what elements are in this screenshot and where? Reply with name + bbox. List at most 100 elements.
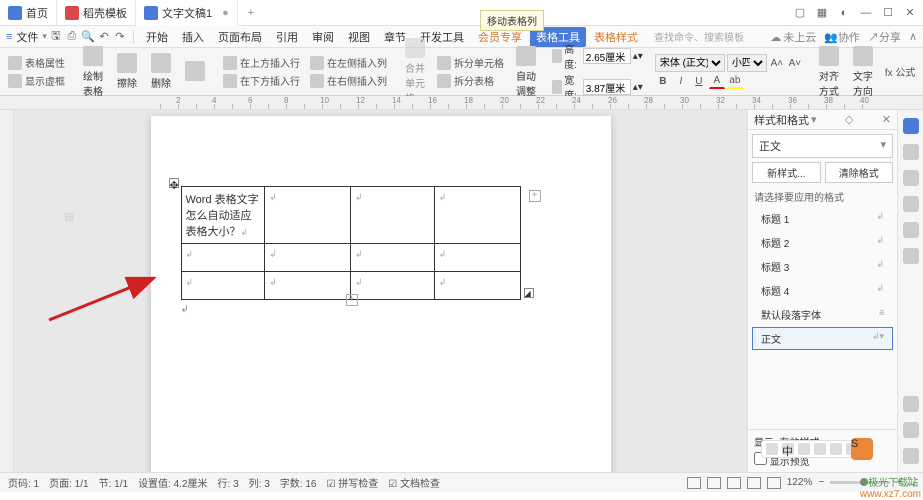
italic-icon[interactable]: I xyxy=(673,73,689,89)
ruler-horizontal[interactable]: 246810121416182022242628303234363840 xyxy=(0,96,923,110)
bold-icon[interactable]: B xyxy=(655,73,671,89)
menu-ref[interactable]: 引用 xyxy=(270,27,304,47)
tb-dir[interactable]: 文字方向 xyxy=(849,44,877,100)
style-item-default-font[interactable]: 默认段落字体a xyxy=(752,303,893,326)
tab-add[interactable]: + xyxy=(238,7,264,19)
tab-document[interactable]: 文字文稿1● xyxy=(136,0,238,26)
tb-draw[interactable]: 绘制表格 xyxy=(79,44,107,100)
height-input[interactable] xyxy=(583,48,631,64)
tb-del[interactable]: 删除 xyxy=(147,51,175,92)
zoom-value[interactable]: 122% xyxy=(787,477,813,488)
table-cell[interactable]: ↲ xyxy=(351,187,435,244)
current-style-select[interactable]: 正文▾ xyxy=(752,134,893,158)
tab-home[interactable]: 首页 xyxy=(0,0,57,26)
rail-tool3-icon[interactable] xyxy=(903,448,919,464)
menu-layout[interactable]: 页面布局 xyxy=(212,27,268,47)
rail-select-icon[interactable] xyxy=(903,144,919,160)
style-item-h3[interactable]: 标题 3↲ xyxy=(752,255,893,278)
menu-collapse-icon[interactable]: ∧ xyxy=(909,30,917,43)
rail-clip-icon[interactable] xyxy=(903,222,919,238)
new-style-button[interactable]: 新样式... xyxy=(752,162,821,183)
clear-format-button[interactable]: 清除格式 xyxy=(825,162,894,183)
tb-auto[interactable]: 自动调整 xyxy=(512,44,540,100)
font-color-icon[interactable]: A xyxy=(709,73,725,89)
menu-review[interactable]: 审阅 xyxy=(306,27,340,47)
close-icon[interactable]: ✕ xyxy=(903,6,917,20)
skin-icon[interactable]: ▢ xyxy=(793,6,807,20)
minimize-icon[interactable]: — xyxy=(859,6,873,20)
width-input[interactable] xyxy=(583,79,631,95)
font-shrink-icon[interactable]: A˅ xyxy=(787,55,803,71)
view-page-icon[interactable] xyxy=(687,477,701,489)
table-cell[interactable]: ↲ xyxy=(351,244,435,272)
maximize-icon[interactable]: ☐ xyxy=(881,6,895,20)
table-cell[interactable]: ↲ xyxy=(265,187,351,244)
table-cell[interactable]: ↲ xyxy=(434,187,520,244)
style-item-h4[interactable]: 标题 4↲ xyxy=(752,279,893,302)
style-item-h1[interactable]: 标题 1↲ xyxy=(752,207,893,230)
rail-tool1-icon[interactable] xyxy=(903,396,919,412)
underline-icon[interactable]: U xyxy=(691,73,707,89)
tb-summary[interactable] xyxy=(181,59,209,85)
tb-split-tbl[interactable]: 拆分表格 xyxy=(435,72,506,89)
undo-icon[interactable]: ↶ xyxy=(97,30,111,44)
status-words[interactable]: 字数: 16 xyxy=(280,475,317,490)
view-read-icon[interactable] xyxy=(747,477,761,489)
tb-erase[interactable]: 擦除 xyxy=(113,51,141,92)
rail-cloud-icon[interactable] xyxy=(903,248,919,264)
table-resize-handle[interactable]: ◢ xyxy=(524,288,534,298)
width-spinner[interactable]: ▴▾ xyxy=(633,82,643,93)
tb-ins-right[interactable]: 在右侧插入列 xyxy=(308,72,389,89)
tb-ins-down[interactable]: 在下方插入行 xyxy=(221,72,302,89)
font-size-select[interactable]: 小四 xyxy=(727,54,767,72)
menu-file[interactable]: ≡文件▾ xyxy=(6,29,47,45)
status-pages[interactable]: 页面: 1/1 xyxy=(49,475,88,490)
ime-strip[interactable]: 中 xyxy=(761,440,863,458)
status-spell[interactable]: ☑ 拼写检查 xyxy=(326,475,378,490)
style-item-body[interactable]: 正文↲▾ xyxy=(752,327,893,350)
rail-shapes-icon[interactable] xyxy=(903,170,919,186)
tb-show-edge[interactable]: 显示虚框 xyxy=(6,72,67,89)
collab-btn[interactable]: 👥协作 xyxy=(824,29,860,45)
style-item-h2[interactable]: 标题 2↲ xyxy=(752,231,893,254)
font-grow-icon[interactable]: A˄ xyxy=(769,55,785,71)
font-name-select[interactable]: 宋体 (正文) xyxy=(655,54,725,72)
share-btn[interactable]: ↗分享 xyxy=(868,29,901,45)
view-focus-icon[interactable] xyxy=(767,477,781,489)
tb-align[interactable]: 对齐方式 xyxy=(815,44,843,100)
highlight-icon[interactable]: ab xyxy=(727,73,743,89)
tb-ins-up[interactable]: 在上方插入行 xyxy=(221,54,302,71)
view-outline-icon[interactable] xyxy=(707,477,721,489)
table-add-row-icon[interactable]: + xyxy=(346,294,358,306)
view-web-icon[interactable] xyxy=(727,477,741,489)
rail-limit-icon[interactable] xyxy=(903,196,919,212)
tab-template[interactable]: 稻壳模板 xyxy=(57,0,136,26)
table-cell[interactable]: ↲ xyxy=(351,272,435,300)
menu-start[interactable]: 开始 xyxy=(140,27,174,47)
preview-icon[interactable]: 🔍 xyxy=(81,30,95,44)
tb-fx[interactable]: fx 公式 xyxy=(883,63,918,80)
document-canvas[interactable]: ✥ Word 表格文字怎么自动适应表格大小？↲ ↲ ↲ ↲ ↲ ↲ ↲ ↲ ↲ … xyxy=(14,110,747,490)
menu-search[interactable]: 查找命令、搜索模板 xyxy=(654,29,744,44)
status-doccheck[interactable]: ☑ 文档检查 xyxy=(388,475,440,490)
panel-close-icon[interactable]: ✕ xyxy=(882,113,891,126)
panel-pin-icon[interactable]: ◇ xyxy=(845,113,853,126)
height-spinner[interactable]: ▴▾ xyxy=(633,51,643,62)
cloud-status[interactable]: ☁未上云 xyxy=(770,29,816,45)
menu-view[interactable]: 视图 xyxy=(342,27,376,47)
tb-props[interactable]: 表格属性 xyxy=(6,54,67,71)
status-page[interactable]: 页码: 1 xyxy=(8,475,39,490)
table-cell[interactable]: ↲ xyxy=(434,244,520,272)
tb-ins-left[interactable]: 在左侧插入列 xyxy=(308,54,389,71)
save-icon[interactable]: 🖫 xyxy=(49,30,63,44)
rail-styles-icon[interactable] xyxy=(903,118,919,134)
zoom-out-icon[interactable]: − xyxy=(818,477,824,488)
rail-tool2-icon[interactable] xyxy=(903,422,919,438)
tb-split-cell[interactable]: 拆分单元格 xyxy=(435,54,506,71)
redo-icon[interactable]: ↷ xyxy=(113,30,127,44)
word-table[interactable]: Word 表格文字怎么自动适应表格大小？↲ ↲ ↲ ↲ ↲ ↲ ↲ ↲ ↲ ↲ … xyxy=(181,186,521,300)
table-cell[interactable]: ↲ xyxy=(265,244,351,272)
table-cell[interactable]: ↲ xyxy=(434,272,520,300)
menu-insert[interactable]: 插入 xyxy=(176,27,210,47)
ruler-vertical[interactable] xyxy=(0,110,14,490)
